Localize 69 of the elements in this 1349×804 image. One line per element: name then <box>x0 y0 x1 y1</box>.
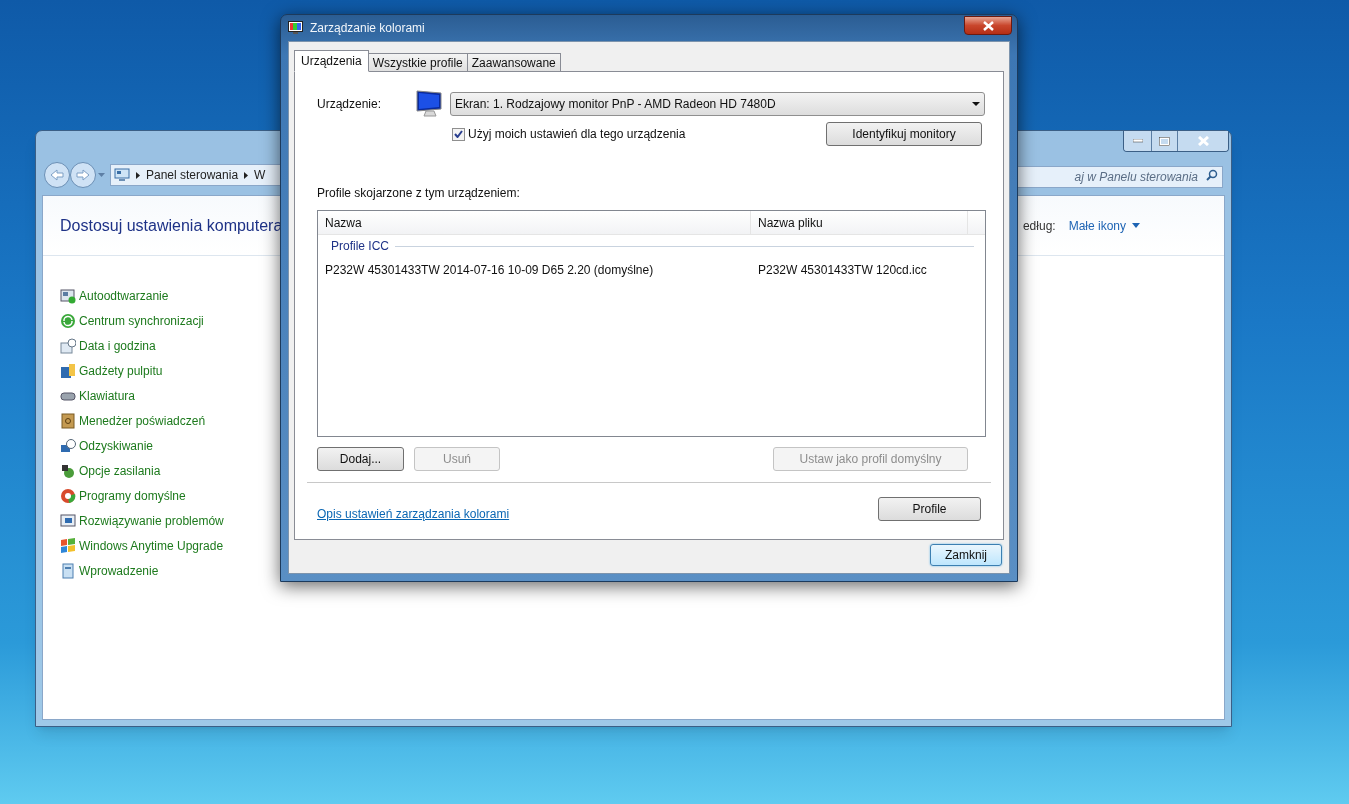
control-panel-link[interactable]: Wprowadzenie <box>79 562 159 580</box>
view-by-link[interactable]: Małe ikony <box>1068 216 1140 235</box>
control-panel-icon <box>114 168 130 182</box>
profiles-label: Profile skojarzone z tym urządzeniem: <box>317 185 521 202</box>
search-field[interactable]: aj w Panelu sterowania <box>1016 166 1223 188</box>
control-panel-link[interactable]: Autoodtwarzanie <box>79 287 169 305</box>
checkbox-label: Użyj moich ustawień dla tego urządzenia <box>468 126 686 143</box>
view-by-label: edług: <box>1022 217 1056 235</box>
checkmark-icon <box>454 130 463 138</box>
monitor-color-icon <box>288 21 303 35</box>
control-panel-link[interactable]: Menedżer poświadczeń <box>79 412 206 430</box>
device-label: Urządzenie: <box>317 96 383 113</box>
table-cell-text: P232W 45301433TW 120cd.icc <box>757 262 928 279</box>
column-header[interactable]: Nazwa pliku <box>758 213 823 232</box>
globe-icon <box>60 488 76 504</box>
profile-button[interactable]: Profile <box>878 497 981 521</box>
chevron-icon <box>136 171 140 179</box>
monitor-icon <box>414 89 444 119</box>
control-panel-link[interactable]: Data i godzina <box>79 337 156 355</box>
minimize-icon <box>1132 139 1143 143</box>
back-arrow-icon <box>50 169 64 181</box>
safe-icon <box>60 413 76 429</box>
forward-arrow-icon <box>76 169 90 181</box>
dropdown-arrow-icon <box>98 173 105 177</box>
tab[interactable]: Urządzenia <box>294 50 369 72</box>
dropdown-arrow-icon <box>1132 223 1140 228</box>
dropdown-arrow-icon <box>972 102 980 106</box>
panel-icon <box>60 288 76 304</box>
breadcrumb-item[interactable]: Panel sterowania <box>146 166 239 184</box>
close-icon <box>1197 136 1209 146</box>
control-panel-link[interactable]: Odzyskiwanie <box>79 437 154 455</box>
control-panel-link[interactable]: Klawiatura <box>79 387 136 405</box>
device-dropdown[interactable]: Ekran: 1. Rodzajowy monitor PnP - AMD Radeon HD 7480D <box>450 92 985 116</box>
tab[interactable]: Zaawansowane <box>466 53 561 72</box>
table-cell-text: P232W 45301433TW 2014-07-16 10-09 D65 2.20 (domyślne) <box>324 262 655 279</box>
close-button[interactable] <box>964 16 1012 35</box>
control-panel-link[interactable]: Programy domyślne <box>79 487 186 505</box>
control-panel-link[interactable]: Gadżety pulpitu <box>79 362 163 380</box>
maximize-icon <box>1159 136 1170 146</box>
calendar-clock-icon <box>60 338 76 354</box>
control-panel-link[interactable]: Windows Anytime Upgrade <box>79 537 224 555</box>
close-dialog-button[interactable]: Zamknij <box>930 544 1002 566</box>
back-button[interactable] <box>44 162 70 188</box>
page-heading: Dostosuj ustawienia komputera <box>60 215 283 236</box>
flag-icon <box>60 538 76 554</box>
minimize-button[interactable] <box>1124 131 1152 151</box>
search-icon <box>1206 169 1218 181</box>
checkbox[interactable] <box>452 127 465 141</box>
control-panel-link[interactable]: Rozwiązywanie problemów <box>79 512 224 530</box>
maximize-button[interactable] <box>1152 131 1178 151</box>
close-icon <box>982 20 994 31</box>
control-panel-link[interactable]: Centrum synchronizacji <box>79 312 204 330</box>
breadcrumb-item[interactable]: W <box>254 166 266 184</box>
help-link[interactable]: Opis ustawień zarządzania kolorami <box>317 505 510 523</box>
document-icon <box>60 563 76 579</box>
chevron-icon <box>244 171 249 179</box>
group-header: Profile ICC <box>331 238 389 255</box>
window-title: Zarządzanie kolorami <box>310 20 425 37</box>
column-header[interactable]: Nazwa <box>325 213 362 232</box>
forward-button[interactable] <box>70 162 96 188</box>
monitor-icon <box>60 513 76 529</box>
clock-monitor-icon <box>60 438 76 454</box>
control-panel-link[interactable]: Opcje zasilania <box>79 462 161 480</box>
tab[interactable]: Wszystkie profile <box>367 53 468 72</box>
gadget-icon <box>60 363 76 379</box>
sync-icon <box>60 313 76 329</box>
add-button[interactable]: Dodaj... <box>317 447 404 471</box>
identify-monitors-button[interactable]: Identyfikuj monitory <box>826 122 982 146</box>
plug-icon <box>60 463 76 479</box>
